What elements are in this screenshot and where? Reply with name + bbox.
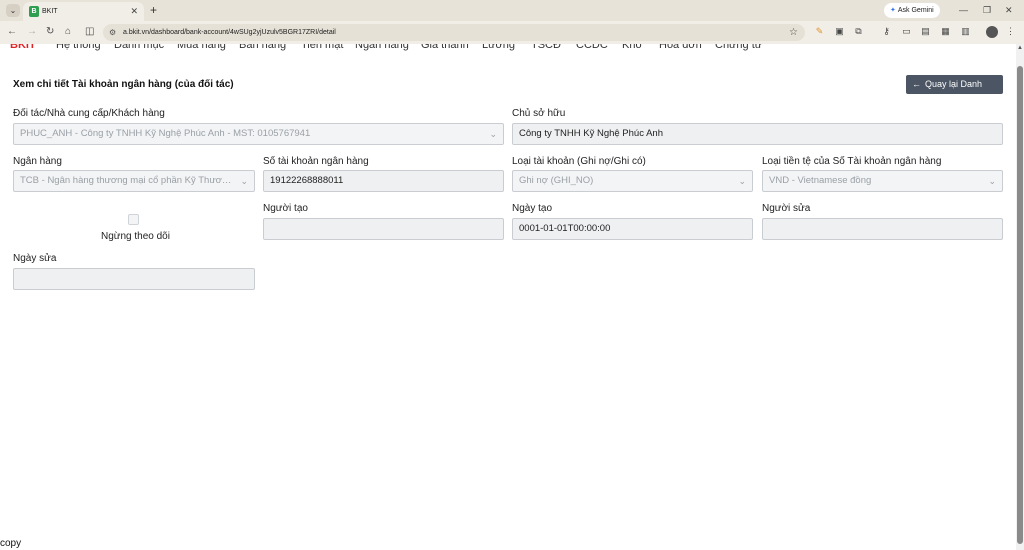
side-panel-icon[interactable]: ◫ <box>85 25 94 39</box>
home-icon[interactable]: ⌂ <box>65 25 71 39</box>
browser-toolbar: ← → ↻ ⌂ ◫ ⚙ a.bkit.vn/dashboard/bank-acc… <box>0 21 1024 44</box>
created-date-value: 0001-01-01T00:00:00 <box>519 223 611 234</box>
created-date-field[interactable]: 0001-01-01T00:00:00 <box>512 218 753 240</box>
chevron-down-icon: ⌄ <box>988 176 996 186</box>
creator-field[interactable] <box>263 218 504 240</box>
stop-tracking-label: Ngừng theo dõi <box>101 231 170 242</box>
owner-field[interactable]: Công ty TNHH Kỹ Nghệ Phúc Anh <box>512 123 1003 145</box>
table-icon[interactable]: ▦ <box>940 26 951 37</box>
owner-value: Công ty TNHH Kỹ Nghệ Phúc Anh <box>519 128 663 139</box>
nav-item-catalog[interactable]: Danh mục <box>114 44 164 52</box>
account-type-value: Ghi nợ (GHI_NO) <box>519 175 594 186</box>
gemini-spark-icon: ✦ <box>890 7 896 14</box>
new-tab-button[interactable]: + <box>150 2 157 18</box>
nav-item-fixed-assets[interactable]: TSCĐ <box>531 44 561 52</box>
account-type-label: Loại tài khoản (Ghi nợ/Ghi có) <box>512 156 646 167</box>
scroll-up-arrow-icon[interactable]: ▲ <box>1016 44 1024 52</box>
nav-item-cash[interactable]: Tiền mặt <box>301 44 343 52</box>
owner-label: Chủ sở hữu <box>512 108 566 119</box>
extension-pen-icon[interactable]: ✎ <box>814 26 825 37</box>
browser-menu-icon[interactable]: ⋮ <box>1005 26 1016 37</box>
account-type-select[interactable]: Ghi nợ (GHI_NO) ⌄ <box>512 170 753 192</box>
nav-item-bank[interactable]: Ngân hàng <box>355 44 409 52</box>
restore-icon[interactable]: ❐ <box>983 3 991 17</box>
browser-tab[interactable]: B BKIT ✕ <box>23 2 144 21</box>
bookmark-star-icon[interactable]: ☆ <box>789 26 798 39</box>
page-title: Xem chi tiết Tài khoản ngân hàng (của đố… <box>13 79 234 90</box>
back-to-list-button[interactable]: ← Quay lại Danh sách <box>906 75 1003 108</box>
nav-item-system[interactable]: Hệ thống <box>56 44 101 52</box>
forward-arrow-icon[interactable]: → <box>27 25 37 39</box>
site-info-icon[interactable]: ⚙ <box>109 26 116 39</box>
edited-date-label: Ngày sửa <box>13 253 57 264</box>
nav-item-purchasing[interactable]: Mua hàng <box>177 44 226 52</box>
account-number-field[interactable]: 19122268888011 <box>263 170 504 192</box>
currency-select[interactable]: VND - Vietnamese đồng ⌄ <box>762 170 1003 192</box>
minimize-icon[interactable]: — <box>959 3 968 17</box>
key-icon[interactable]: ⚷ <box>881 26 892 37</box>
stop-tracking-checkbox[interactable] <box>128 214 139 225</box>
partner-label: Đối tác/Nhà cung cấp/Khách hàng <box>13 108 165 119</box>
nav-item-vouchers[interactable]: Chứng từ <box>715 44 762 52</box>
editor-field[interactable] <box>762 218 1003 240</box>
edited-date-field[interactable] <box>13 268 255 290</box>
window-close-icon[interactable]: ✕ <box>1005 3 1013 17</box>
url-text: a.bkit.vn/dashboard/bank-account/4wSUg2y… <box>123 29 336 36</box>
card-icon[interactable]: ▭ <box>901 26 912 37</box>
bkit-favicon-icon: B <box>29 6 39 17</box>
back-arrow-icon[interactable]: ← <box>7 25 17 39</box>
scrollbar-thumb[interactable] <box>1017 66 1023 544</box>
account-number-label: Số tài khoản ngân hàng <box>263 156 369 167</box>
partner-value: PHUC_ANH - Công ty TNHH Kỹ Nghệ Phúc Anh… <box>20 128 311 139</box>
currency-value: VND - Vietnamese đồng <box>769 175 872 186</box>
extension-box-icon[interactable]: ▣ <box>834 26 845 37</box>
bank-select[interactable]: TCB - Ngân hàng thương mại cổ phần Kỹ Th… <box>13 170 255 192</box>
partner-select[interactable]: PHUC_ANH - Công ty TNHH Kỹ Nghệ Phúc Anh… <box>13 123 504 145</box>
copy-text: copy <box>0 538 22 549</box>
nav-item-invoices[interactable]: Hóa đơn <box>659 44 702 52</box>
currency-label: Loại tiền tệ của Số Tài khoản ngân hàng <box>762 156 942 167</box>
app-logo[interactable]: BKIT <box>10 44 36 52</box>
chevron-down-icon: ⌄ <box>738 176 746 186</box>
nav-item-payroll[interactable]: Lương <box>482 44 515 52</box>
creator-label: Người tạo <box>263 203 308 214</box>
tab-search-icon[interactable]: ▥ <box>960 26 971 37</box>
tab-close-icon[interactable]: ✕ <box>130 5 138 17</box>
nav-item-costing[interactable]: Giá thành <box>421 44 469 52</box>
tab-title: BKIT <box>42 8 58 15</box>
bank-label: Ngân hàng <box>13 156 62 167</box>
account-number-value: 19122268888011 <box>270 175 344 186</box>
app-navigation: BKIT Hệ thống Danh mục Mua hàng Bán hàng… <box>0 44 1016 52</box>
arrow-left-icon: ← <box>912 79 921 89</box>
address-bar[interactable]: ⚙ a.bkit.vn/dashboard/bank-account/4wSUg… <box>103 24 805 41</box>
nav-item-warehouse[interactable]: Kho <box>622 44 642 52</box>
created-date-label: Ngày tạo <box>512 203 553 214</box>
browser-tab-bar: ⌄ B BKIT ✕ + ✦ Ask Gemini — ❐ ✕ <box>0 0 1024 21</box>
bank-value: TCB - Ngân hàng thương mại cổ phần Kỹ Th… <box>20 175 255 186</box>
tab-list-button[interactable]: ⌄ <box>6 4 20 17</box>
ask-gemini-button[interactable]: ✦ Ask Gemini <box>884 3 940 18</box>
chevron-down-icon: ⌄ <box>240 176 248 186</box>
back-to-list-label: Quay lại Danh sách <box>912 79 983 108</box>
editor-label: Người sửa <box>762 203 811 214</box>
reload-icon[interactable]: ↻ <box>46 25 54 39</box>
profile-avatar[interactable] <box>986 26 998 38</box>
extensions-puzzle-icon[interactable]: ⧉ <box>853 26 864 37</box>
ask-gemini-label: Ask Gemini <box>897 7 934 14</box>
chevron-down-icon: ⌄ <box>489 129 497 139</box>
nav-item-sales[interactable]: Bán hàng <box>239 44 286 52</box>
reading-mode-icon[interactable]: ▤ <box>920 26 931 37</box>
nav-item-tools[interactable]: CCDC <box>576 44 608 52</box>
